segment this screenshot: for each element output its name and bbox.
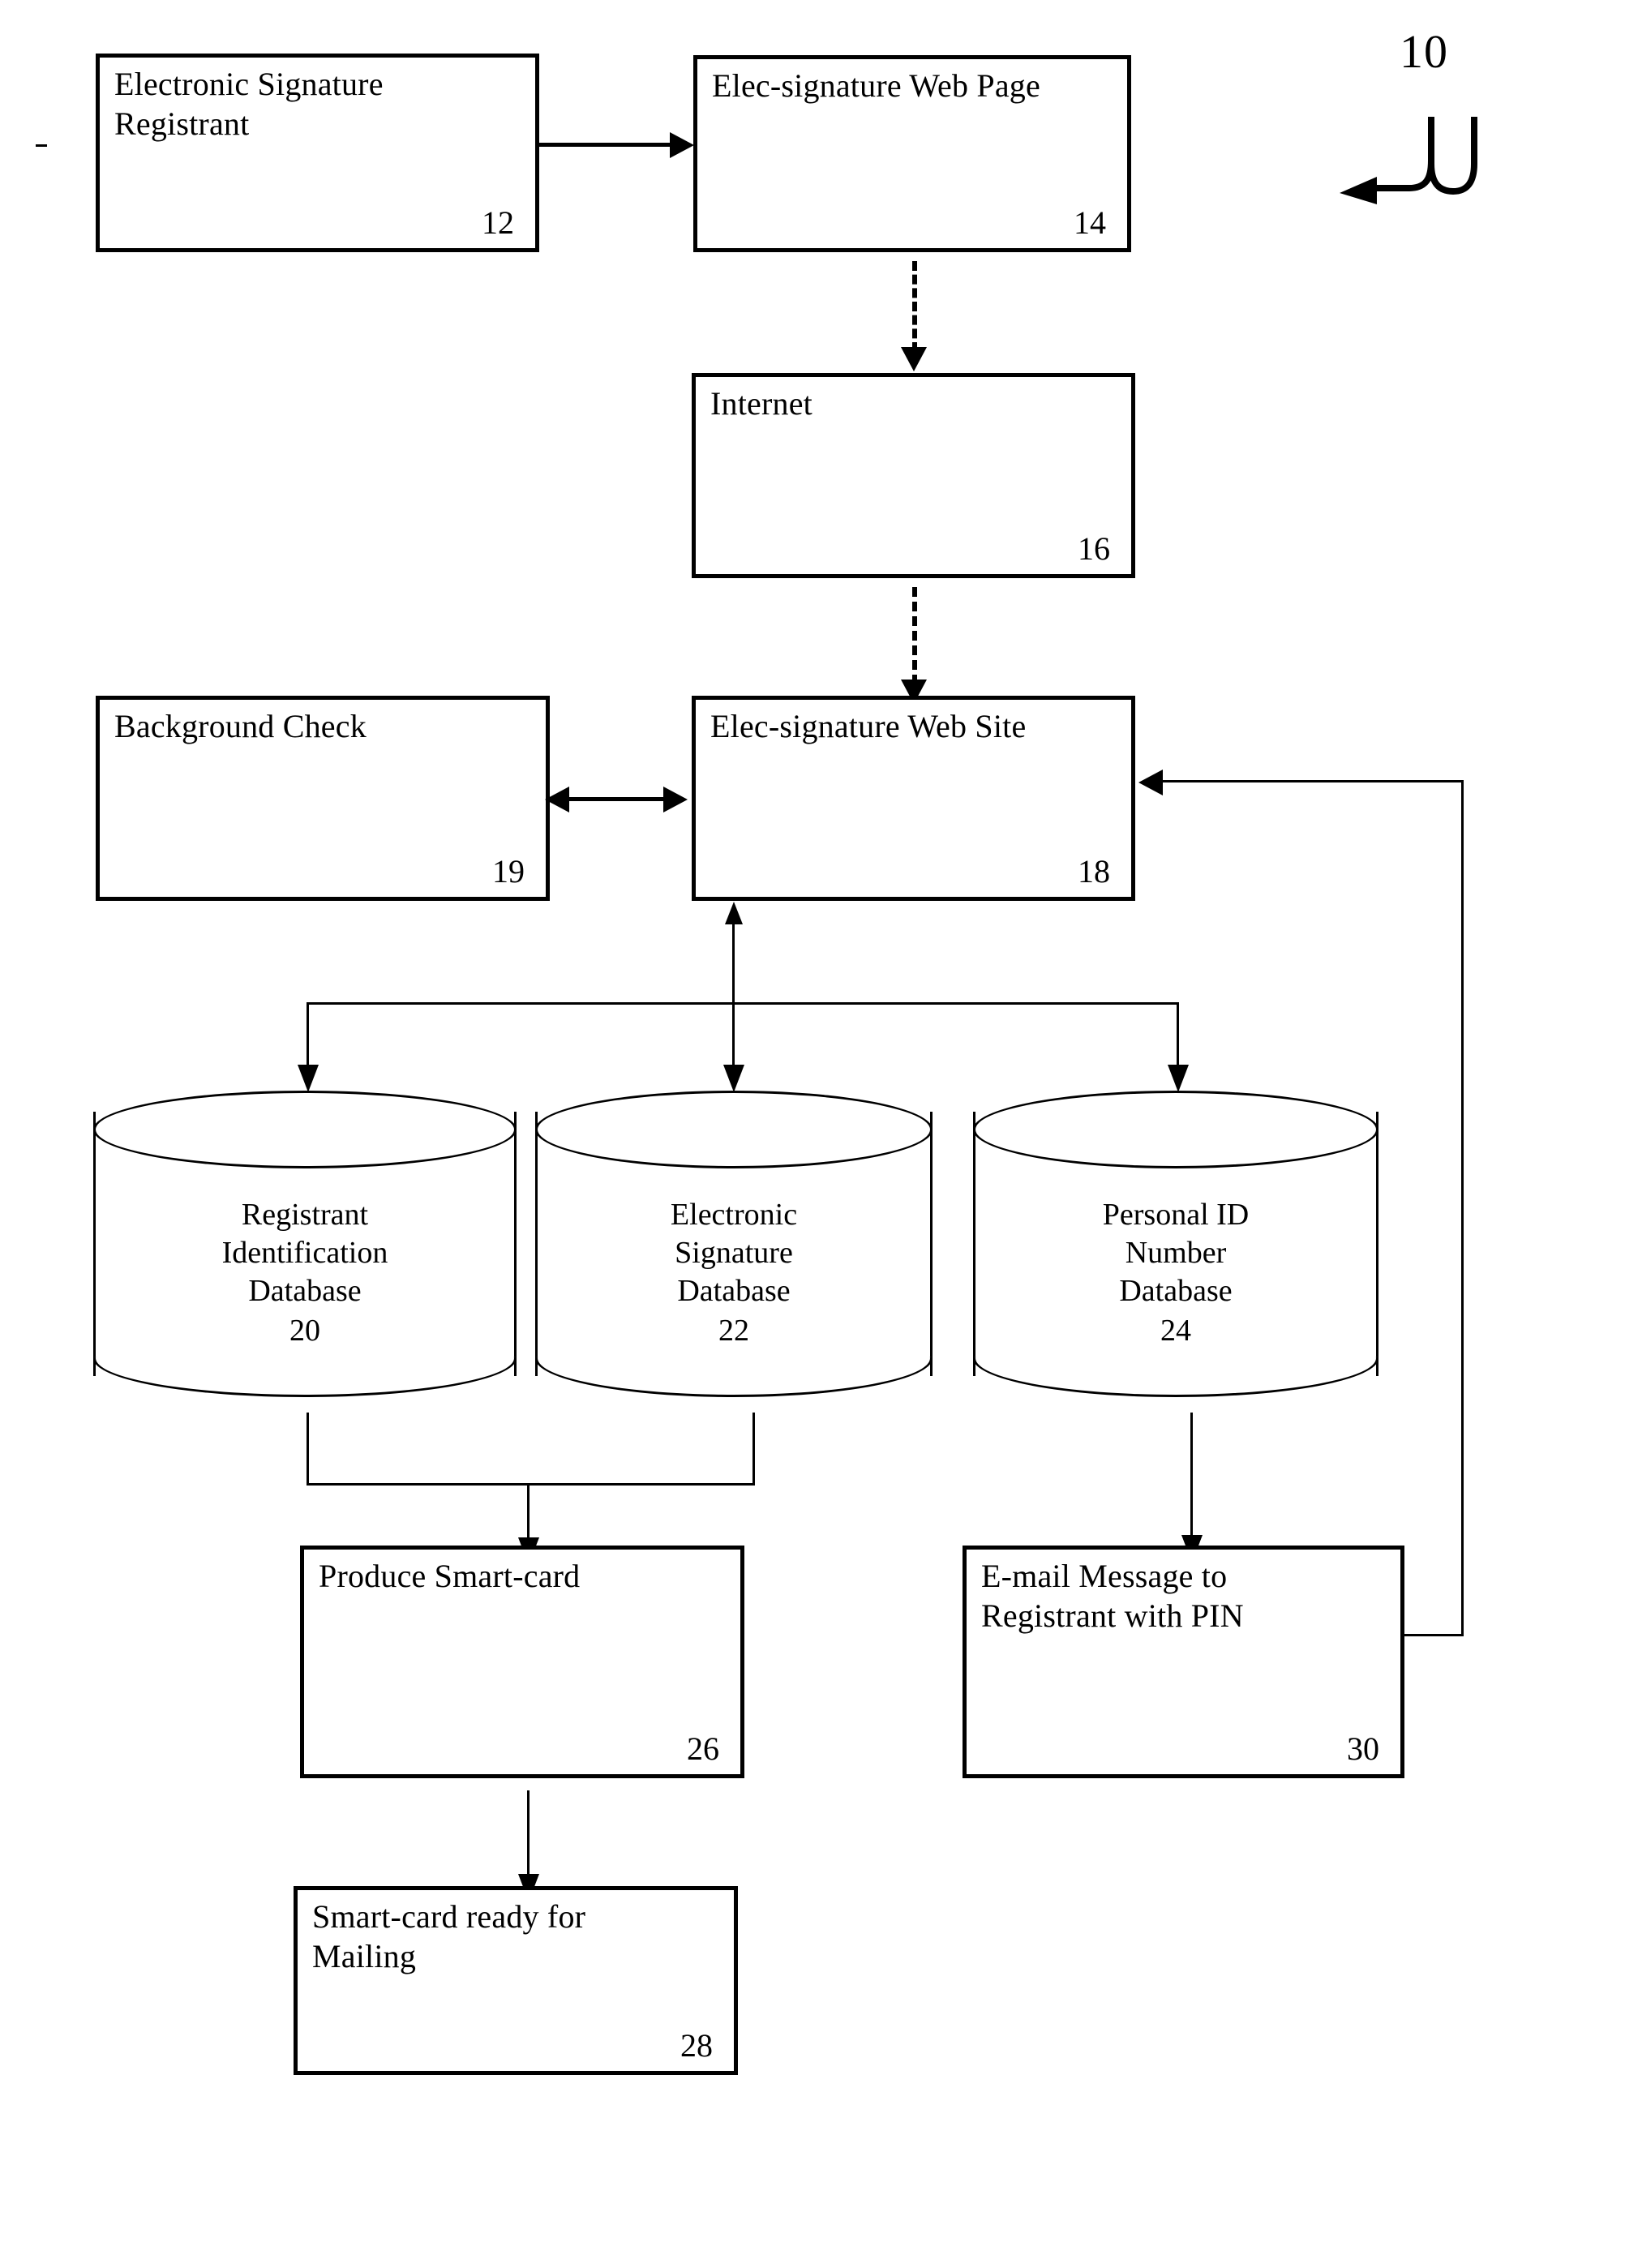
cylinder-top-ellipse (535, 1091, 933, 1168)
edge-registrant-to-web-page-arrowhead (670, 132, 694, 158)
edge-db-distribution-bus (307, 1002, 1179, 1005)
cylinder-top-ellipse (973, 1091, 1378, 1168)
node-background-check: Background Check 19 (96, 696, 552, 903)
edge-email-feedback-top-segment (1161, 780, 1464, 782)
scan-artifact-mark (36, 144, 47, 147)
node-label: Background Check (114, 708, 367, 744)
edge-bus-to-electronic-signature-db-line (732, 1002, 735, 1072)
node-numeral: 20 (289, 1314, 320, 1348)
node-numeral: 28 (680, 2027, 713, 2064)
edge-bus-to-registrant-id-db-line (307, 1002, 309, 1072)
node-numeral: 18 (1078, 853, 1110, 890)
edge-bus-to-electronic-signature-db-arrowhead (723, 1065, 744, 1092)
node-smart-card-ready-for-mailing: Smart-card ready for Mailing 28 (294, 1886, 740, 2077)
patent-figure: 10 Electronic Signature Registrant 12 El… (0, 0, 1625, 2268)
node-elec-signature-web-site: Elec-signature Web Site 18 (692, 696, 1138, 903)
node-label: Smart-card ready for Mailing (312, 1898, 586, 1974)
edge-web-page-to-internet-line (912, 261, 917, 352)
node-numeral: 30 (1347, 1730, 1379, 1767)
edge-merge-to-produce-smart-card-line (527, 1483, 530, 1545)
edge-background-check-web-site-arrowhead-right (663, 787, 688, 812)
edge-background-check-web-site-arrowhead-left (545, 787, 569, 812)
edge-bus-to-personal-id-db-arrowhead (1168, 1065, 1189, 1092)
edge-smart-card-merge-bus (307, 1483, 755, 1486)
edge-db-bus-stem (732, 920, 735, 1004)
edge-personal-id-db-to-email-line (1190, 1413, 1193, 1542)
node-label: Produce Smart-card (319, 1558, 581, 1594)
node-electronic-signature-database: Electronic Signature Database 22 (535, 1091, 939, 1397)
node-label: Electronic Signature Database (670, 1198, 798, 1309)
node-numeral: 14 (1074, 204, 1106, 241)
node-numeral: 26 (687, 1730, 719, 1767)
node-numeral: 12 (482, 204, 514, 241)
node-label: Electronic Signature Registrant (114, 66, 384, 142)
cylinder-top-ellipse (93, 1091, 517, 1168)
node-internet: Internet 16 (692, 373, 1138, 581)
node-label: Registrant Identification Database (221, 1198, 388, 1309)
figure-reference-numeral: 10 (1400, 25, 1448, 78)
node-label: Internet (710, 385, 812, 422)
edge-email-feedback-vertical-segment (1461, 780, 1464, 1636)
edge-registrant-to-web-page-line (539, 143, 682, 147)
node-elec-signature-web-page: Elec-signature Web Page 14 (693, 55, 1134, 255)
node-label: E-mail Message to Registrant with PIN (981, 1558, 1244, 1634)
edge-produce-to-ready-line (527, 1790, 530, 1881)
node-email-message-to-registrant: E-mail Message to Registrant with PIN 30 (963, 1546, 1407, 1781)
edge-db-bus-stem-arrowhead (725, 902, 743, 924)
edge-electronic-signature-db-to-merge-line (752, 1413, 755, 1486)
node-numeral: 22 (718, 1314, 749, 1348)
node-label: Personal ID Number Database (1102, 1198, 1250, 1309)
node-numeral: 19 (492, 853, 525, 890)
node-electronic-signature-registrant: Electronic Signature Registrant 12 (96, 54, 542, 255)
node-numeral: 24 (1160, 1314, 1191, 1348)
node-label: Elec-signature Web Site (710, 708, 1027, 744)
edge-registrant-id-db-to-merge-line (307, 1413, 309, 1486)
node-personal-id-number-database: Personal ID Number Database 24 (973, 1091, 1385, 1397)
edge-email-feedback-arrowhead (1138, 770, 1163, 795)
node-produce-smart-card: Produce Smart-card 26 (300, 1546, 747, 1781)
edge-background-check-web-site-line (568, 797, 673, 801)
edge-internet-to-web-site-line (912, 587, 917, 684)
edge-email-feedback-bottom-segment (1404, 1634, 1464, 1636)
edge-bus-to-registrant-id-db-arrowhead (298, 1065, 319, 1092)
node-label: Elec-signature Web Page (712, 67, 1040, 104)
node-registrant-identification-database: Registrant Identification Database 20 (93, 1091, 523, 1397)
edge-web-page-to-internet-arrowhead (901, 347, 927, 371)
edge-bus-to-personal-id-db-line (1177, 1002, 1179, 1072)
curved-hook-arrow-icon (1330, 114, 1492, 211)
node-numeral: 16 (1078, 530, 1110, 567)
